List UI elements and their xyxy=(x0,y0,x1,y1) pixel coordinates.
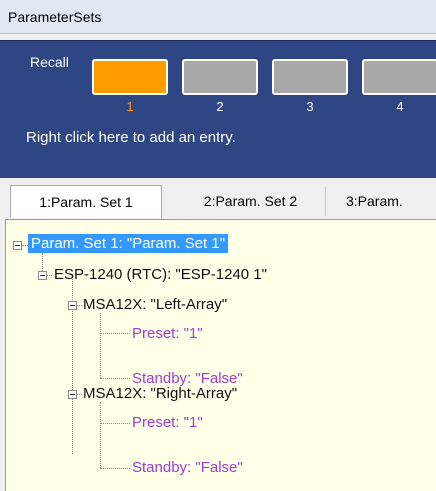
recall-slot-3[interactable] xyxy=(272,59,348,95)
tab-param-set-1[interactable]: 1:Param. Set 1 xyxy=(10,185,162,218)
window-titlebar: ParameterSets xyxy=(0,0,436,34)
tree-leaf-right-standby[interactable]: Standby: "False" xyxy=(132,459,243,476)
collapse-device-icon[interactable] xyxy=(38,271,47,280)
tree-connector xyxy=(100,468,130,469)
collapse-left-array-icon[interactable] xyxy=(68,301,77,310)
tree-node-param-set[interactable]: Param. Set 1: "Param. Set 1" xyxy=(28,234,229,253)
collapse-right-array-icon[interactable] xyxy=(68,390,77,399)
tree-connector xyxy=(100,423,130,424)
window-title: ParameterSets xyxy=(8,9,102,25)
recall-slot-3-number: 3 xyxy=(306,99,314,114)
tab-param-set-2[interactable]: 2:Param. Set 2 xyxy=(176,187,326,216)
tree-connector xyxy=(100,333,130,334)
tab-param-set-3[interactable]: 3:Param. xyxy=(340,187,436,216)
recall-panel[interactable]: Recall 1 2 3 4 Right click here to add a… xyxy=(0,40,436,178)
tab-strip: 1:Param. Set 1 2:Param. Set 2 3:Param. xyxy=(0,185,436,219)
recall-slot-4-number: 4 xyxy=(396,99,404,114)
recall-hint: Right click here to add an entry. xyxy=(26,129,236,146)
recall-slot-2-number: 2 xyxy=(216,99,224,114)
tree-node-right-array[interactable]: MSA12X: "Right-Array" xyxy=(83,385,237,402)
recall-slot-1[interactable] xyxy=(92,59,168,95)
recall-slot-1-number: 1 xyxy=(126,99,134,114)
tree-connector xyxy=(100,402,101,468)
tree-node-left-array[interactable]: MSA12X: "Left-Array" xyxy=(83,296,227,313)
tree-connector xyxy=(100,378,130,379)
parameter-tree[interactable]: Param. Set 1: "Param. Set 1" ESP-1240 (R… xyxy=(5,219,436,491)
recall-slot-4[interactable] xyxy=(362,59,436,95)
tree-leaf-left-preset[interactable]: Preset: "1" xyxy=(132,325,203,342)
tree-leaf-right-preset[interactable]: Preset: "1" xyxy=(132,414,203,431)
collapse-root-icon[interactable] xyxy=(13,241,22,250)
recall-slot-2[interactable] xyxy=(182,59,258,95)
tree-connector xyxy=(100,313,101,378)
tree-node-device[interactable]: ESP-1240 (RTC): "ESP-1240 1" xyxy=(54,266,267,283)
recall-label: Recall xyxy=(30,54,69,70)
